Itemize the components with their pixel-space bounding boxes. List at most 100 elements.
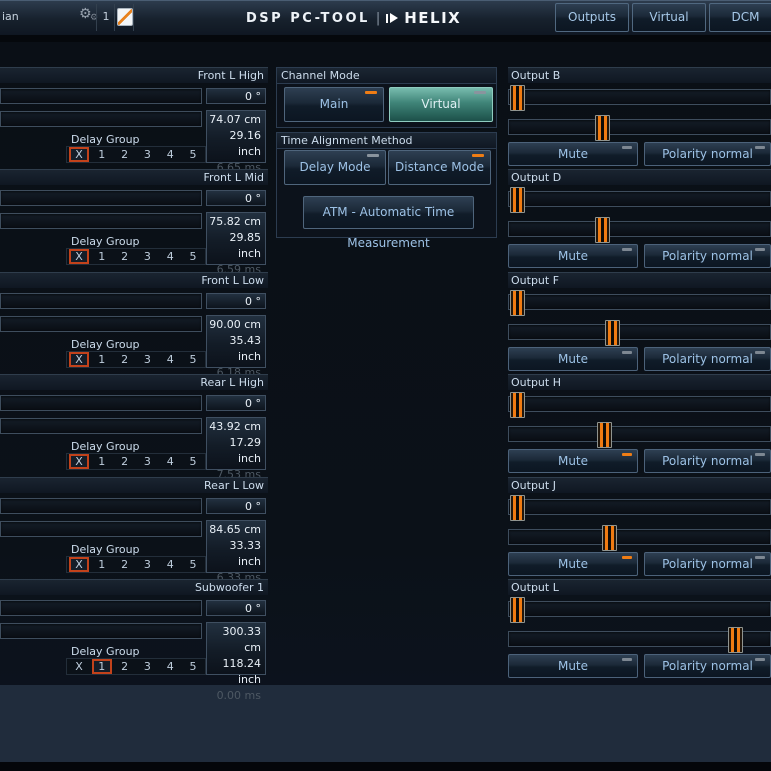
delay-slider-handle[interactable] — [602, 525, 617, 551]
delay-group-option-3[interactable]: 3 — [137, 352, 157, 367]
delay-slider-handle[interactable] — [728, 627, 743, 653]
mute-button[interactable]: Mute — [508, 244, 638, 268]
delay-group-option-5[interactable]: 5 — [183, 454, 203, 469]
delay-group-option-x[interactable]: X — [69, 557, 89, 572]
delay-group-option-x[interactable]: X — [69, 352, 89, 367]
delay-group-option-x[interactable]: X — [69, 249, 89, 264]
delay-group-option-5[interactable]: 5 — [183, 659, 203, 674]
phase-slider[interactable] — [0, 190, 202, 206]
delay-group-option-4[interactable]: 4 — [160, 352, 180, 367]
delay-group-option-x[interactable]: X — [69, 147, 89, 162]
polarity-button[interactable]: Polarity normal — [644, 347, 771, 371]
delay-group-selector[interactable]: X12345 — [66, 351, 206, 368]
output-gain-slider[interactable] — [508, 396, 771, 412]
delay-slider[interactable] — [0, 213, 202, 229]
output-gain-slider[interactable] — [508, 191, 771, 207]
virtual-mode-button[interactable]: Virtual — [389, 87, 493, 122]
output-delay-slider[interactable] — [508, 324, 771, 340]
delay-slider[interactable] — [0, 623, 202, 639]
delay-group-selector[interactable]: X12345 — [66, 556, 206, 573]
polarity-button[interactable]: Polarity normal — [644, 552, 771, 576]
delay-group-option-5[interactable]: 5 — [183, 352, 203, 367]
nav-virtual-button[interactable]: Virtual — [632, 3, 706, 32]
delay-group-option-5[interactable]: 5 — [183, 557, 203, 572]
gain-slider-handle[interactable] — [510, 495, 525, 521]
output-gain-slider[interactable] — [508, 294, 771, 310]
delay-group-option-4[interactable]: 4 — [160, 249, 180, 264]
delay-group-option-3[interactable]: 3 — [137, 659, 157, 674]
output-gain-slider[interactable] — [508, 499, 771, 515]
delay-group-option-2[interactable]: 2 — [115, 147, 135, 162]
gain-slider-handle[interactable] — [510, 85, 525, 111]
delay-group-option-3[interactable]: 3 — [137, 557, 157, 572]
delay-slider[interactable] — [0, 316, 202, 332]
delay-group-option-1[interactable]: 1 — [92, 249, 112, 264]
delay-group-option-1[interactable]: 1 — [92, 352, 112, 367]
delay-group-selector[interactable]: X12345 — [66, 248, 206, 265]
delay-group-option-3[interactable]: 3 — [137, 249, 157, 264]
delay-group-option-2[interactable]: 2 — [115, 659, 135, 674]
delay-group-option-5[interactable]: 5 — [183, 147, 203, 162]
delay-group-option-3[interactable]: 3 — [137, 454, 157, 469]
polarity-button[interactable]: Polarity normal — [644, 142, 771, 166]
phase-slider[interactable] — [0, 498, 202, 514]
output-delay-slider[interactable] — [508, 529, 771, 545]
delay-group-option-x[interactable]: X — [69, 454, 89, 469]
gain-slider-handle[interactable] — [510, 597, 525, 623]
mute-button[interactable]: Mute — [508, 142, 638, 166]
gain-slider-handle[interactable] — [510, 290, 525, 316]
output-delay-slider[interactable] — [508, 426, 771, 442]
delay-group-option-1[interactable]: 1 — [92, 659, 112, 674]
delay-group-option-1[interactable]: 1 — [92, 454, 112, 469]
distance-mode-button[interactable]: Distance Mode — [388, 150, 491, 185]
delay-group-option-4[interactable]: 4 — [160, 147, 180, 162]
delay-group-option-2[interactable]: 2 — [115, 249, 135, 264]
mute-button[interactable]: Mute — [508, 347, 638, 371]
preset-number[interactable]: 1 — [98, 10, 114, 23]
delay-group-selector[interactable]: X12345 — [66, 658, 206, 675]
output-delay-slider[interactable] — [508, 221, 771, 237]
output-delay-slider[interactable] — [508, 119, 771, 135]
phase-value[interactable]: 0 ° — [206, 88, 266, 104]
delay-mode-button[interactable]: Delay Mode — [284, 150, 386, 185]
output-gain-slider[interactable] — [508, 601, 771, 617]
delay-group-option-2[interactable]: 2 — [115, 557, 135, 572]
gain-slider-handle[interactable] — [510, 392, 525, 418]
delay-group-option-x[interactable]: X — [69, 659, 89, 674]
nav-dcm-button[interactable]: DCM — [709, 3, 771, 32]
phase-slider[interactable] — [0, 600, 202, 616]
delay-group-option-5[interactable]: 5 — [183, 249, 203, 264]
phase-slider[interactable] — [0, 88, 202, 104]
delay-group-option-2[interactable]: 2 — [115, 454, 135, 469]
delay-group-option-2[interactable]: 2 — [115, 352, 135, 367]
delay-group-option-1[interactable]: 1 — [92, 557, 112, 572]
polarity-button[interactable]: Polarity normal — [644, 449, 771, 473]
phase-value[interactable]: 0 ° — [206, 395, 266, 411]
gain-slider-handle[interactable] — [510, 187, 525, 213]
edit-pencil-icon[interactable] — [117, 8, 133, 26]
delay-group-selector[interactable]: X12345 — [66, 146, 206, 163]
delay-group-option-1[interactable]: 1 — [92, 147, 112, 162]
delay-slider-handle[interactable] — [605, 320, 620, 346]
phase-value[interactable]: 0 ° — [206, 190, 266, 206]
mute-button[interactable]: Mute — [508, 552, 638, 576]
output-delay-slider[interactable] — [508, 631, 771, 647]
phase-value[interactable]: 0 ° — [206, 293, 266, 309]
phase-value[interactable]: 0 ° — [206, 600, 266, 616]
phase-value[interactable]: 0 ° — [206, 498, 266, 514]
delay-slider-handle[interactable] — [595, 217, 610, 243]
delay-group-option-4[interactable]: 4 — [160, 659, 180, 674]
delay-slider-handle[interactable] — [597, 422, 612, 448]
output-gain-slider[interactable] — [508, 89, 771, 105]
main-mode-button[interactable]: Main — [284, 87, 384, 122]
polarity-button[interactable]: Polarity normal — [644, 654, 771, 678]
nav-outputs-button[interactable]: Outputs — [555, 3, 629, 32]
delay-slider[interactable] — [0, 521, 202, 537]
atm-button[interactable]: ATM - Automatic Time Measurement — [303, 196, 474, 229]
delay-group-option-4[interactable]: 4 — [160, 454, 180, 469]
mute-button[interactable]: Mute — [508, 449, 638, 473]
delay-slider-handle[interactable] — [595, 115, 610, 141]
phase-slider[interactable] — [0, 395, 202, 411]
delay-group-option-3[interactable]: 3 — [137, 147, 157, 162]
phase-slider[interactable] — [0, 293, 202, 309]
